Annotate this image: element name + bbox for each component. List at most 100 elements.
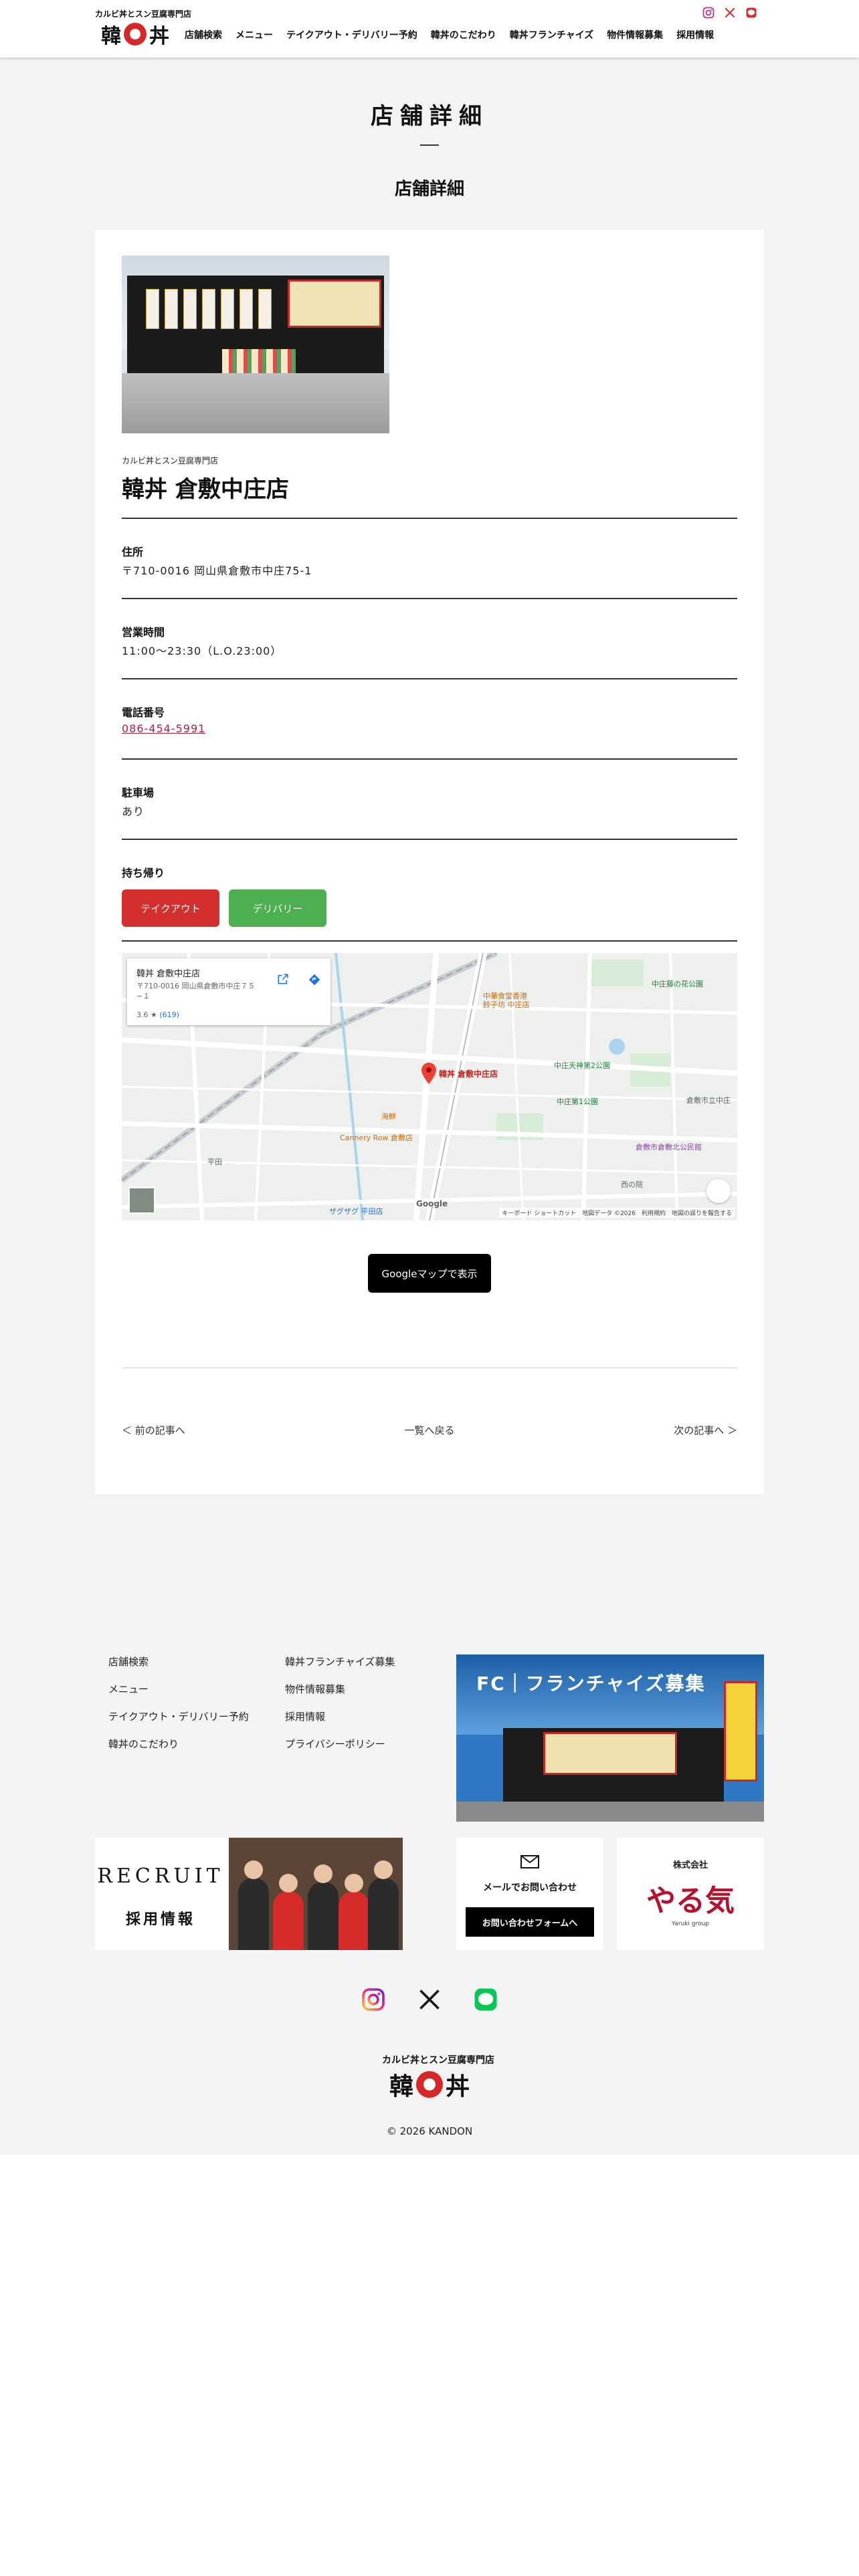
map-info-card: 韓丼 倉敷中庄店 〒710-0016 岡山県倉敷市中庄７５−１ 3.6 ★ (6…	[127, 958, 330, 1025]
nav-menu[interactable]: メニュー	[235, 28, 273, 41]
footer-link-privacy[interactable]: プライバシーポリシー	[285, 1737, 395, 1751]
logo-char-kan: 韓	[389, 2072, 413, 2101]
directions-icon[interactable]	[308, 973, 321, 986]
map-label-kaisen[interactable]: 海鮮	[381, 1111, 396, 1121]
map-card-address: 〒710-0016 岡山県倉敷市中庄７５−１	[136, 982, 256, 1000]
map-label-restaurant[interactable]: 中華食堂香港 餃子坊 中庄店	[483, 992, 537, 1009]
google-logo: Google	[416, 1199, 448, 1208]
photo-billboard	[288, 280, 381, 328]
map-label-cannery-row[interactable]: Cannery Row 倉敷店	[340, 1132, 413, 1143]
shop-photo	[122, 255, 389, 433]
nav-commitment[interactable]: 韓丼のこだわり	[431, 28, 496, 41]
fullscreen-icon[interactable]	[706, 1179, 731, 1203]
footer-link-property[interactable]: 物件情報募集	[285, 1682, 395, 1696]
logo-char-kan: 韓	[101, 25, 121, 48]
line-icon[interactable]	[745, 7, 757, 19]
map-layer-thumbnail[interactable]	[128, 1187, 155, 1214]
page-title: 店舗詳細	[371, 103, 488, 130]
back-to-list-link[interactable]: 一覧へ戻る	[404, 1424, 454, 1436]
parking-label: 駐車場	[122, 786, 155, 799]
header-social	[702, 7, 757, 19]
logo-bowl-icon	[124, 23, 147, 45]
line-icon[interactable]	[474, 1988, 498, 2012]
footer-logo[interactable]: カルビ丼とスン豆腐専門店 韓 丼	[382, 2053, 494, 2104]
instagram-icon[interactable]	[702, 7, 714, 19]
takeout-label: 持ち帰り	[122, 867, 165, 879]
logo-char-don: 丼	[149, 25, 169, 48]
divider	[122, 839, 737, 840]
nav-recruit[interactable]: 採用情報	[676, 28, 714, 41]
footer-links-col1: 店舗検索 メニュー テイクアウト・デリバリー予約 韓丼のこだわり	[108, 1654, 249, 1764]
nav-takeout-delivery[interactable]: テイクアウト・デリバリー予約	[286, 28, 417, 41]
divider	[122, 758, 737, 760]
hours-label: 営業時間	[122, 626, 165, 639]
address-label: 住所	[122, 546, 144, 558]
site-header: カルビ丼とスン豆腐専門店 韓 丼 店舗検索 メニュー テイクアウト・デリバリー予…	[0, 0, 859, 58]
map-label-park[interactable]: 中庄第1公園	[557, 1096, 598, 1107]
contact-label: メールでお問い合わせ	[483, 1883, 577, 1893]
map-label-zagzag[interactable]: ザグザグ 平田店	[329, 1206, 383, 1216]
instagram-icon[interactable]	[361, 1988, 385, 2012]
delivery-button[interactable]: デリバリー	[229, 889, 326, 927]
map-label-school[interactable]: 倉敷市立中庄	[686, 1095, 731, 1105]
copyright: © 2026 KANDON	[386, 2125, 473, 2137]
recruit-banner-en: RECRUIT	[97, 1864, 224, 1888]
yaruki-group-banner[interactable]: 株式会社 やる気 Yaruki group	[617, 1838, 764, 1950]
map-pin-label: 韓丼 倉敷中庄店	[439, 1069, 498, 1079]
recruit-staff-photo	[229, 1838, 403, 1950]
recruit-banner-jp: 採用情報	[125, 1911, 195, 1928]
nav-franchise[interactable]: 韓丼フランチャイズ	[510, 28, 593, 41]
logo-mark: 韓 丼	[382, 2068, 477, 2101]
site-logo[interactable]: カルビ丼とスン豆腐専門店 韓 丼	[95, 8, 192, 49]
map-label-nishinoin[interactable]: 西の院	[621, 1179, 643, 1190]
map-label-community-center[interactable]: 倉敷市倉敷北公民館	[636, 1142, 702, 1152]
map-card-reviews[interactable]: (619)	[159, 1010, 179, 1019]
yaruki-logo: やる気	[646, 1884, 735, 1918]
hours-value: 11:00〜23:30（L.O.23:00）	[122, 645, 282, 657]
yaruki-sub: Yaruki group	[672, 1921, 709, 1927]
open-in-new-icon[interactable]	[277, 973, 289, 985]
contact-form-button[interactable]: お問い合わせフォームへ	[466, 1907, 594, 1937]
google-map[interactable]: 韓丼 倉敷中庄店 〒710-0016 岡山県倉敷市中庄７５−１ 3.6 ★ (6…	[122, 953, 737, 1220]
mail-icon	[520, 1855, 539, 1868]
franchise-banner-title: FC｜フランチャイズ募集	[476, 1673, 706, 1695]
map-label-park[interactable]: 中庄天神第2公園	[554, 1060, 610, 1071]
map-attribution[interactable]: キーボード ショートカット 地図データ ©2026 利用規約 地図の誤りを報告す…	[499, 1208, 735, 1218]
title-divider	[420, 144, 439, 146]
address-value: 〒710-0016 岡山県倉敷市中庄75-1	[122, 564, 312, 577]
shop-name: 韓丼 倉敷中庄店	[122, 476, 289, 503]
footer-link-store-search[interactable]: 店舗検索	[108, 1654, 249, 1669]
phone-link[interactable]: 086-454-5991	[122, 722, 205, 735]
footer-link-recruit[interactable]: 採用情報	[285, 1709, 395, 1723]
phone-label: 電話番号	[122, 706, 165, 719]
recruit-banner[interactable]: RECRUIT 採用情報	[95, 1838, 403, 1950]
logo-bowl-icon	[416, 2071, 443, 2098]
logo-subtitle: カルビ丼とスン豆腐専門店	[95, 9, 192, 19]
x-icon[interactable]	[724, 7, 736, 19]
nav-property[interactable]: 物件情報募集	[607, 28, 663, 41]
section-title: 店舗詳細	[394, 179, 464, 199]
x-icon[interactable]	[417, 1988, 442, 2012]
footer-link-takeout-delivery[interactable]: テイクアウト・デリバリー予約	[108, 1709, 249, 1723]
footer-links-col2: 韓丼フランチャイズ募集 物件情報募集 採用情報 プライバシーポリシー	[285, 1654, 395, 1764]
map-card-rating: 3.6 ★ (619)	[136, 1010, 179, 1019]
nav-store-search[interactable]: 店舗検索	[185, 28, 222, 41]
franchise-banner[interactable]: FC｜フランチャイズ募集	[456, 1654, 764, 1822]
map-label-park[interactable]: 中庄藤の花公園	[652, 978, 703, 989]
takeout-button[interactable]: テイクアウト	[122, 889, 219, 927]
divider	[122, 518, 737, 519]
prev-article-link[interactable]: ＜ 前の記事へ	[122, 1423, 185, 1437]
map-pin-icon[interactable]	[421, 1063, 436, 1084]
logo-mark: 韓 丼	[98, 20, 173, 48]
yaruki-company: 株式会社	[672, 1860, 708, 1870]
next-article-link[interactable]: 次の記事へ ＞	[674, 1423, 737, 1437]
contact-box: メールでお問い合わせ お問い合わせフォームへ	[456, 1838, 603, 1950]
view-google-maps-button[interactable]: Googleマップで表示	[368, 1254, 491, 1293]
map-card-title: 韓丼 倉敷中庄店	[136, 969, 201, 979]
footer-link-franchise[interactable]: 韓丼フランチャイズ募集	[285, 1654, 395, 1669]
footer-link-commitment[interactable]: 韓丼のこだわり	[108, 1737, 249, 1751]
footer-link-menu[interactable]: メニュー	[108, 1682, 249, 1696]
divider	[122, 678, 737, 679]
divider	[122, 940, 737, 942]
parking-value: あり	[122, 805, 145, 818]
